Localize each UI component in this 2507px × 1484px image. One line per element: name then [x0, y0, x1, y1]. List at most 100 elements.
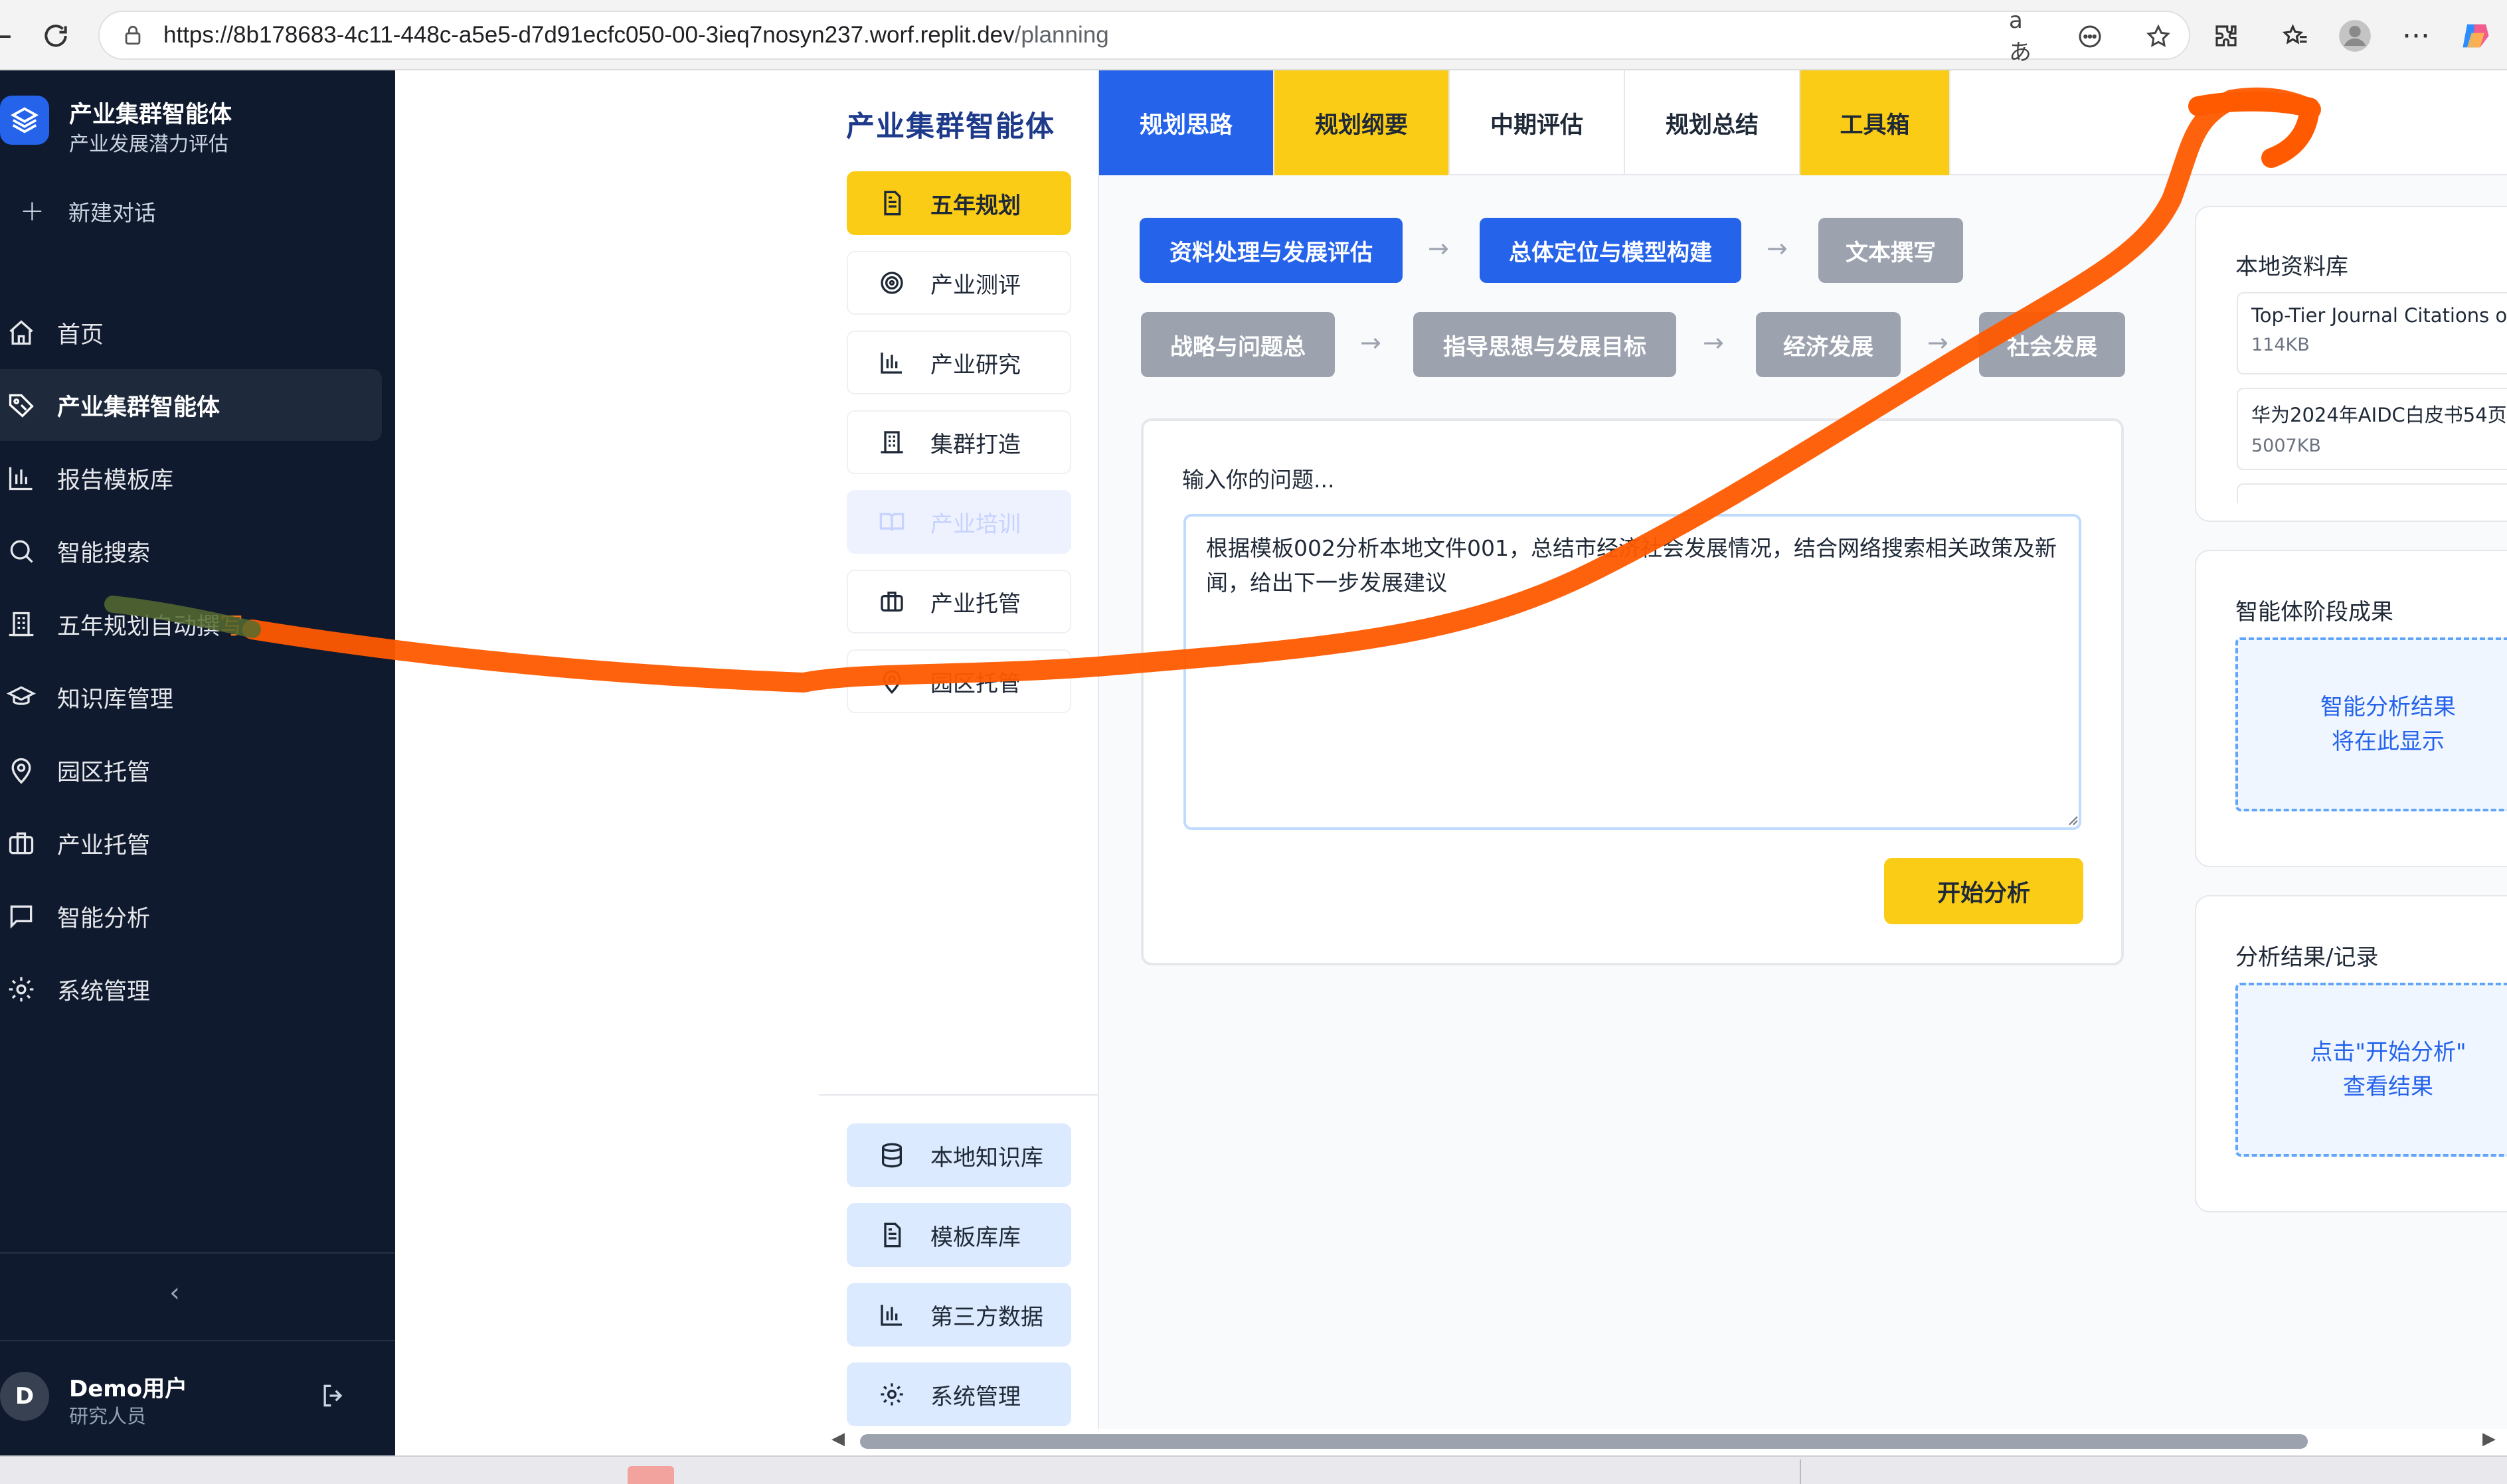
sidebar-item-cluster-agent[interactable]: 产业集群智能体	[0, 369, 382, 441]
site-info-icon[interactable]	[120, 22, 146, 48]
collapse-sidebar-button[interactable]: ‹	[169, 1278, 180, 1308]
tool-five-year-plan[interactable]: 五年规划	[847, 171, 1071, 235]
building-icon	[873, 429, 910, 455]
sidebar-item-report-templates[interactable]: 报告模板库	[0, 442, 382, 514]
tab-planning-outline[interactable]: 规划纲要	[1274, 70, 1450, 175]
bar-chart-icon	[873, 1301, 910, 1328]
user-role: 研究人员	[69, 1405, 147, 1428]
map-pin-icon	[1, 756, 41, 785]
sidebar-item-label: 产业集群智能体	[57, 394, 220, 421]
tool-third-party-data[interactable]: 第三方数据	[847, 1283, 1071, 1347]
bar-chart-icon	[1, 463, 41, 493]
copilot-icon[interactable]	[2456, 16, 2496, 56]
step-positioning-model[interactable]: 总体定位与模型构建	[1480, 218, 1741, 283]
tag-icon	[1, 390, 41, 420]
tool-label: 第三方数据	[930, 1303, 1043, 1331]
building-icon	[1, 610, 41, 639]
tool-system-settings[interactable]: 系统管理	[847, 1362, 1071, 1426]
bar-chart-icon	[873, 349, 910, 376]
favorites-icon[interactable]	[2275, 16, 2315, 56]
url-text[interactable]: https://8b178683-4c11-448c-a5e5-d7d91ecf…	[163, 22, 1109, 48]
resize-grip-icon[interactable]	[2065, 813, 2079, 826]
tab-toolbox[interactable]: 工具箱	[1800, 70, 1950, 175]
label-accent: 写	[220, 613, 244, 640]
gear-icon	[1, 975, 41, 1004]
book-icon	[873, 509, 910, 535]
tool-label: 园区托管	[930, 670, 1021, 697]
os-taskbar	[0, 1455, 2507, 1484]
favorite-star-icon[interactable]	[2142, 20, 2175, 53]
step-data-processing[interactable]: 资料处理与发展评估	[1140, 218, 1403, 283]
file-name: Top-Tier Journal Citations of	[2251, 304, 2507, 327]
file-size: 5007KB	[2251, 436, 2321, 456]
step-strategy-issues[interactable]: 战略与问题总	[1141, 312, 1335, 377]
tool-industry-evaluation[interactable]: 产业测评	[847, 251, 1071, 315]
address-bar[interactable]: https://8b178683-4c11-448c-a5e5-d7d91ecf…	[98, 7, 2190, 66]
extensions-icon[interactable]	[2206, 16, 2246, 56]
layers-icon	[0, 96, 49, 145]
tool-label: 产业研究	[930, 351, 1021, 378]
step-social-development[interactable]: 社会发展	[1979, 312, 2125, 377]
tool-cluster-building[interactable]: 集群打造	[847, 410, 1071, 474]
file-item[interactable]: Top-Tier Journal Citations of 114KB	[2237, 292, 2507, 374]
message-icon	[1, 902, 41, 931]
document-icon	[873, 1222, 910, 1248]
tab-planning-summary[interactable]: 规划总结	[1625, 70, 1800, 175]
tool-local-knowledge-base[interactable]: 本地知识库	[847, 1123, 1071, 1187]
read-aloud-icon[interactable]: aあ	[2009, 7, 2042, 66]
logout-icon[interactable]	[319, 1381, 349, 1412]
step-economic-development[interactable]: 经济发展	[1756, 312, 1901, 377]
tab-midterm-review[interactable]: 中期评估	[1450, 70, 1625, 175]
database-icon	[873, 1142, 910, 1169]
briefcase-icon	[873, 588, 910, 615]
tool-template-library[interactable]: 模板库库	[847, 1203, 1071, 1267]
sidebar-item-home[interactable]: 首页	[0, 297, 382, 369]
tab-planning-ideas[interactable]: 规划思路	[1099, 70, 1274, 175]
tool-industry-research[interactable]: 产业研究	[847, 331, 1071, 394]
sidebar-item-industry-hosting[interactable]: 产业托管	[0, 807, 382, 879]
avatar[interactable]: D	[0, 1372, 49, 1421]
refresh-button[interactable]	[36, 16, 76, 56]
scroll-right-icon[interactable]: ▶	[2482, 1429, 2496, 1449]
home-icon	[1, 318, 41, 347]
taskbar-app-icon[interactable]	[628, 1466, 674, 1484]
start-analysis-button[interactable]: 开始分析	[1884, 858, 2083, 924]
divider	[819, 1094, 1099, 1096]
file-size: 114KB	[2251, 335, 2310, 355]
arrow-right-icon: →	[1703, 328, 1724, 357]
sidebar-item-label: 五年规划自动撰写	[57, 608, 243, 641]
step-text-writing[interactable]: 文本撰写	[1818, 218, 1963, 283]
sidebar-item-label: 知识库管理	[57, 686, 174, 713]
brand-title: 产业集群智能体	[69, 102, 232, 128]
local-library-title: 本地资料库	[2235, 254, 2348, 280]
sidebar-item-smart-search[interactable]: 智能搜索	[0, 515, 382, 587]
document-icon	[873, 190, 910, 216]
tool-label: 集群打造	[930, 431, 1021, 458]
placeholder-line: 点击"开始分析"	[2310, 1039, 2466, 1066]
more-menu-icon[interactable]: ···	[2396, 16, 2436, 56]
new-chat-button[interactable]: + 新建对话	[20, 194, 156, 228]
sidebar-item-label: 智能分析	[57, 905, 151, 932]
target-icon	[873, 270, 910, 296]
gear-icon	[873, 1381, 910, 1408]
plus-icon: +	[20, 194, 44, 228]
profile-icon[interactable]	[2335, 16, 2375, 56]
new-chat-label: 新建对话	[68, 199, 156, 226]
tool-park-hosting[interactable]: 园区托管	[847, 649, 1071, 713]
tool-industry-hosting[interactable]: 产业托管	[847, 570, 1071, 633]
placeholder-line: 智能分析结果	[2320, 694, 2456, 720]
file-item-partial[interactable]	[2237, 483, 2507, 503]
sidebar-item-system-settings[interactable]: 系统管理	[0, 953, 382, 1025]
scrollbar-thumb[interactable]	[860, 1434, 2308, 1449]
divider	[0, 1252, 395, 1254]
question-textarea[interactable]: 根据模板002分析本地文件001，总结市经济社会发展情况，结合网络搜索相关政策及…	[1183, 514, 2081, 830]
sidebar-item-five-year-plan[interactable]: 五年规划自动撰写	[0, 588, 382, 660]
step-guiding-goals[interactable]: 指导思想与发展目标	[1413, 312, 1676, 377]
scroll-left-icon[interactable]: ◀	[831, 1429, 845, 1449]
sidebar-item-smart-analysis[interactable]: 智能分析	[0, 880, 382, 952]
translate-icon[interactable]	[2073, 20, 2107, 53]
file-item[interactable]: 华为2024年AIDC白皮书54页. 5007KB	[2237, 388, 2507, 470]
sidebar-item-park-hosting[interactable]: 园区托管	[0, 734, 382, 806]
sidebar-item-knowledge-base[interactable]: 知识库管理	[0, 661, 382, 733]
back-icon[interactable]: ←	[0, 16, 20, 56]
